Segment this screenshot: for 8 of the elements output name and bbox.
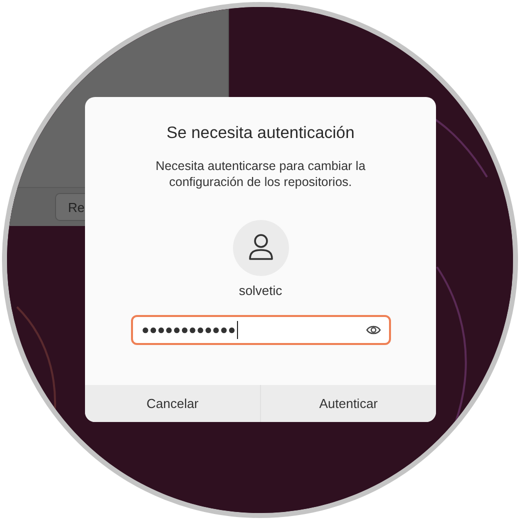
password-field[interactable]: ●●●●●●●●●●●● (130, 315, 390, 345)
user-avatar-icon (232, 220, 288, 276)
dialog-message: Necesita autenticarse para cambiar la configuración de los repositorios. (154, 158, 366, 190)
cancel-button[interactable]: Cancelar (85, 385, 260, 422)
username: solvetic (238, 283, 282, 298)
dialog-title: Se necesita autenticación (166, 124, 355, 143)
eye-icon[interactable] (366, 324, 380, 336)
authenticate-button[interactable]: Autenticar (260, 385, 436, 422)
